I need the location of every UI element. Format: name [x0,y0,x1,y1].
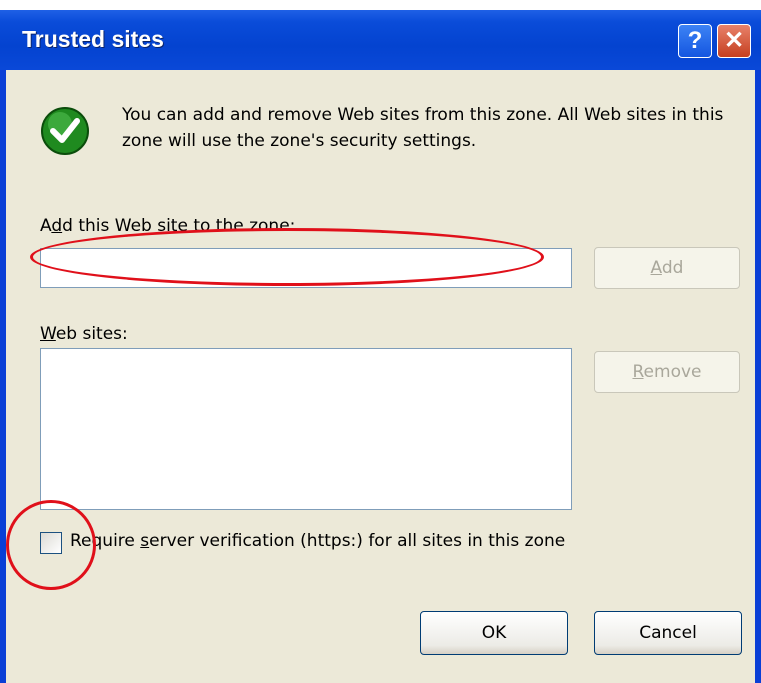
site-url-input[interactable] [40,248,572,288]
checkmark-shield-icon [41,107,89,155]
info-text: You can add and remove Web sites from th… [122,105,724,151]
add-site-label: Add this Web site to the zone: [40,216,296,236]
close-button[interactable]: ✕ [717,24,751,58]
title-bar[interactable]: Trusted sites ? ✕ [0,10,761,70]
close-icon: ✕ [723,27,745,54]
require-https-checkbox[interactable] [40,532,62,554]
screen-top-strip [0,0,761,10]
window-title: Trusted sites [22,26,164,52]
ok-button[interactable]: OK [420,611,568,655]
add-button[interactable]: Add [594,247,740,289]
require-https-label[interactable]: Require server verification (https:) for… [70,531,565,551]
help-icon: ? [687,27,703,54]
cancel-button[interactable]: Cancel [594,611,742,655]
help-button[interactable]: ? [678,24,712,58]
web-sites-list[interactable] [40,348,572,510]
remove-button[interactable]: Remove [594,351,740,393]
web-sites-label: Web sites: [40,324,128,344]
dialog-body: You can add and remove Web sites from th… [6,70,755,683]
